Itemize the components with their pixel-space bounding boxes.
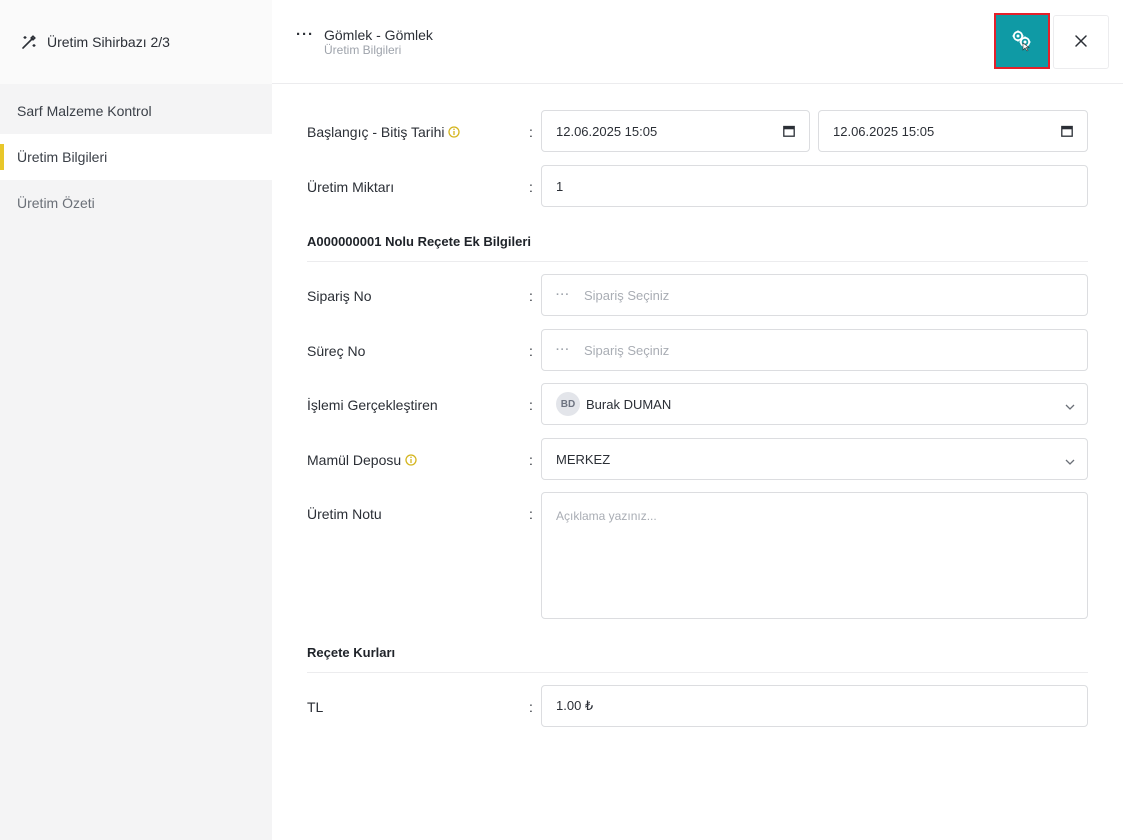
wizard-title: Üretim Sihirbazı 2/3 — [47, 34, 170, 50]
performer-value: Burak DUMAN — [586, 396, 672, 412]
topbar: ··· Gömlek - Gömlek Üretim Bilgileri — [272, 0, 1123, 84]
step-label: Sarf Malzeme Kontrol — [17, 103, 152, 119]
colon: : — [529, 452, 533, 468]
step-label: Üretim Özeti — [17, 195, 95, 211]
colon: : — [529, 343, 533, 359]
more-icon[interactable]: ··· — [556, 289, 570, 301]
more-icon[interactable]: ··· — [296, 27, 314, 42]
warehouse-value: MERKEZ — [556, 451, 611, 467]
warehouse-label-text: Mamül Deposu — [307, 452, 402, 468]
magic-wand-icon — [20, 33, 38, 51]
calendar-icon[interactable] — [1061, 125, 1073, 137]
performer-select[interactable]: BD Burak DUMAN — [541, 383, 1088, 425]
quantity-input[interactable]: 1 — [541, 165, 1088, 207]
sidebar: Üretim Sihirbazı 2/3 Sarf Malzeme Kontro… — [0, 0, 272, 840]
gears-icon — [1010, 28, 1034, 55]
currency-label: TL — [307, 699, 324, 715]
step-uretim-ozeti[interactable]: Üretim Özeti — [0, 180, 272, 226]
main-panel: ··· Gömlek - Gömlek Üretim Bilgileri Baş… — [272, 0, 1123, 840]
end-date-value: 12.06.2025 15:05 — [833, 123, 935, 139]
wizard-header: Üretim Sihirbazı 2/3 — [0, 0, 272, 84]
warehouse-select[interactable]: MERKEZ — [541, 438, 1088, 480]
quantity-value: 1 — [556, 178, 564, 194]
dates-label-text: Başlangıç - Bitiş Tarihi — [307, 124, 445, 140]
dates-label: Başlangıç - Bitiş Tarihi — [307, 124, 461, 140]
avatar: BD — [556, 392, 580, 416]
step-sarf-malzeme-kontrol[interactable]: Sarf Malzeme Kontrol — [0, 88, 272, 134]
colon: : — [529, 506, 533, 522]
note-textarea[interactable]: Açıklama yazınız... — [541, 492, 1088, 619]
order-no-select[interactable]: ··· Sipariş Seçiniz — [541, 274, 1088, 316]
step-label: Üretim Bilgileri — [17, 149, 108, 165]
process-no-select[interactable]: ··· Sipariş Seçiniz — [541, 329, 1088, 371]
calendar-icon[interactable] — [783, 125, 795, 137]
page-subtitle: Üretim Bilgileri — [324, 43, 402, 57]
info-icon — [448, 126, 461, 138]
colon: : — [529, 124, 533, 140]
currency-rate-input[interactable]: 1.00 ₺ — [541, 685, 1088, 727]
recipe-section-heading: A000000001 Nolu Reçete Ek Bilgileri — [307, 234, 1088, 262]
colon: : — [529, 397, 533, 413]
order-no-placeholder: Sipariş Seçiniz — [584, 287, 670, 303]
colon: : — [529, 699, 533, 715]
page-title: Gömlek - Gömlek — [324, 27, 433, 43]
start-date-value: 12.06.2025 15:05 — [556, 123, 658, 139]
performer-label: İşlemi Gerçekleştiren — [307, 397, 438, 413]
step-uretim-bilgileri[interactable]: Üretim Bilgileri — [0, 134, 272, 180]
wizard-steps: Sarf Malzeme Kontrol Üretim Bilgileri Ür… — [0, 88, 272, 226]
chevron-down-icon — [1065, 455, 1075, 465]
rates-section-heading: Reçete Kurları — [307, 645, 1088, 673]
colon: : — [529, 288, 533, 304]
more-icon[interactable]: ··· — [556, 344, 570, 356]
note-label: Üretim Notu — [307, 506, 382, 522]
info-icon — [405, 454, 417, 466]
end-date-input[interactable]: 12.06.2025 15:05 — [818, 110, 1088, 152]
order-no-label: Sipariş No — [307, 288, 372, 304]
note-placeholder: Açıklama yazınız... — [556, 509, 657, 523]
currency-rate-value: 1.00 ₺ — [556, 698, 594, 713]
process-no-label: Süreç No — [307, 343, 366, 359]
chevron-down-icon — [1065, 400, 1075, 410]
colon: : — [529, 179, 533, 195]
close-icon — [1074, 34, 1088, 51]
breadcrumb: ··· Gömlek - Gömlek Üretim Bilgileri — [296, 27, 433, 57]
close-button[interactable] — [1053, 15, 1109, 69]
warehouse-label: Mamül Deposu — [307, 452, 417, 468]
start-date-input[interactable]: 12.06.2025 15:05 — [541, 110, 810, 152]
quantity-label: Üretim Miktarı — [307, 179, 395, 195]
process-no-placeholder: Sipariş Seçiniz — [584, 342, 670, 358]
gears-action-button[interactable] — [994, 13, 1050, 69]
